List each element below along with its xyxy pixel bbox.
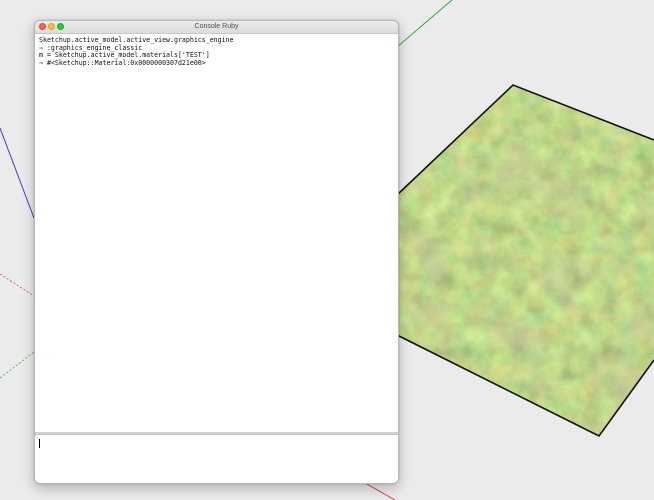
red-axis-line (364, 482, 396, 500)
console-input[interactable] (35, 434, 398, 483)
green-axis-dashed-line (0, 351, 35, 379)
console-output-line: ⇒ #<Sketchup::Material:0x0000000307d21e0… (39, 58, 206, 67)
blue-axis-line (0, 127, 35, 219)
grass-plane[interactable] (396, 84, 654, 438)
window-title: Console Ruby (194, 23, 239, 30)
console-output[interactable]: Sketchup.active_model.active_view.graphi… (35, 34, 398, 430)
sketchup-viewport[interactable]: Console Ruby Sketchup.active_model.activ… (0, 0, 654, 500)
window-titlebar[interactable]: Console Ruby (35, 21, 398, 34)
green-axis-line (396, 0, 453, 48)
text-caret (39, 439, 40, 448)
ruby-console-window[interactable]: Console Ruby Sketchup.active_model.activ… (34, 20, 399, 484)
red-axis-dashed-line (0, 273, 35, 297)
